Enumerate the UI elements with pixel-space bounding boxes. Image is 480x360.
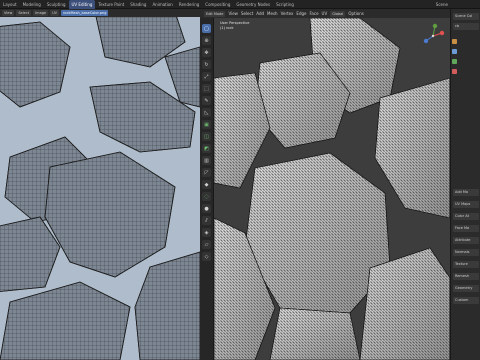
workspace-tab[interactable]: UV Editing (68, 0, 96, 9)
uv-menu-uv[interactable]: UV (50, 10, 60, 16)
workspace-tabs-bar: Layout Modeling Sculpting UV Editing Texture… (0, 0, 480, 9)
bevel-icon[interactable]: ◩ (202, 144, 211, 153)
uv-editor-header: View Select Image UV rockMesh_baseColor.… (0, 9, 200, 17)
navigation-gizmo[interactable] (420, 23, 446, 49)
object-data-icon[interactable] (452, 39, 457, 44)
uv-canvas[interactable] (0, 17, 200, 360)
vp-menu-face[interactable]: Face (310, 11, 319, 16)
uv-menu-select[interactable]: Select (16, 10, 32, 16)
tool-shelf: ▢ ⊕ ✥ ↻ ⤢ ⬚ ✎ ◺ ▣ ◫ ◩ ▥ ◸ ◆ ◌ ● ⫽ ◈ ▱ ◇ (200, 18, 214, 360)
viewport-overlay-text: User Perspective (1) rock (220, 21, 249, 31)
mesh-data-icon[interactable] (452, 59, 457, 64)
move-icon[interactable]: ✥ (202, 48, 211, 57)
active-object-name: (1) rock (220, 26, 234, 30)
scene-label[interactable]: Scene (436, 0, 448, 9)
vp-menu-add[interactable]: Add (256, 11, 264, 16)
loop-cut-icon[interactable]: ▥ (202, 156, 211, 165)
material-icon[interactable] (452, 69, 457, 74)
prop-row[interactable]: cb (453, 23, 479, 30)
workspace-tab[interactable]: Sculpting (44, 0, 69, 9)
inset-icon[interactable]: ◫ (202, 132, 211, 141)
workspace-tab[interactable]: Rendering (176, 0, 202, 9)
workspace-tab[interactable]: Texture Paint (95, 0, 127, 9)
extrude-icon[interactable]: ▣ (202, 120, 211, 129)
uv-menu-view[interactable]: View (2, 10, 15, 16)
prop-row[interactable]: Remesh (453, 273, 479, 280)
options-menu[interactable]: Options (348, 11, 363, 16)
prop-row[interactable]: Face Ma (453, 225, 479, 232)
prop-row[interactable]: Custom (453, 297, 479, 304)
workspace-tab[interactable]: Scripting (273, 0, 297, 9)
smooth-icon[interactable]: ● (202, 204, 211, 213)
rock-chunk (269, 307, 361, 360)
vp-menu-edge[interactable]: Edge (296, 11, 306, 16)
viewport-header: Edit Mode View Select Add Mesh Vertex Ed… (200, 9, 450, 18)
workspace-tab[interactable]: Shading (127, 0, 149, 9)
prop-row[interactable]: Color At (453, 213, 479, 220)
workspace-tab[interactable]: Animation (149, 0, 175, 9)
transform-orientation[interactable]: Global (330, 10, 346, 17)
vp-menu-select[interactable]: Select (241, 11, 253, 16)
prop-row[interactable]: Texture (453, 261, 479, 268)
mode-selector[interactable]: Edit Mode (204, 10, 226, 17)
3d-viewport[interactable]: Edit Mode View Select Add Mesh Vertex Ed… (200, 9, 450, 360)
prop-row[interactable]: UV Maps (453, 201, 479, 208)
prop-row[interactable]: Normals (453, 249, 479, 256)
rotate-icon[interactable]: ↻ (202, 60, 211, 69)
shrink-icon[interactable]: ◈ (202, 228, 211, 237)
knife-icon[interactable]: ◸ (202, 168, 211, 177)
workspace-tab[interactable]: Modeling (20, 0, 44, 9)
vp-menu-uv[interactable]: UV (322, 11, 328, 16)
workspace-tab[interactable]: Layout (0, 0, 20, 9)
cursor-icon[interactable]: ⊕ (202, 36, 211, 45)
poly-build-icon[interactable]: ◆ (202, 180, 211, 189)
scale-icon[interactable]: ⤢ (202, 72, 211, 81)
vp-menu-vertex[interactable]: Vertex (281, 11, 294, 16)
image-name-field[interactable]: rockMesh_baseColor.png (61, 10, 109, 16)
shear-icon[interactable]: ▱ (202, 240, 211, 249)
transform-icon[interactable]: ⬚ (202, 84, 211, 93)
mesh-view[interactable] (200, 18, 450, 360)
spin-icon[interactable]: ◌ (202, 192, 211, 201)
modifier-icon[interactable] (452, 49, 457, 54)
measure-icon[interactable]: ◺ (202, 108, 211, 117)
vp-menu-mesh[interactable]: Mesh (267, 11, 278, 16)
workspace-tab[interactable]: Geometry Nodes (233, 0, 273, 9)
vp-menu-view[interactable]: View (228, 11, 238, 16)
uv-menu-image[interactable]: Image (33, 10, 49, 16)
edge-slide-icon[interactable]: ⫽ (202, 216, 211, 225)
prop-row[interactable]: Attribute (453, 237, 479, 244)
prop-row[interactable]: Add Mo (453, 189, 479, 196)
prop-row[interactable]: Geometry (453, 285, 479, 292)
workspace-tab[interactable]: Compositing (202, 0, 233, 9)
properties-panel: Scene Col cb Add Mo UV Maps Color At Fac… (450, 9, 480, 360)
prop-row[interactable]: Scene Col (453, 13, 479, 20)
select-box-icon[interactable]: ▢ (202, 24, 211, 33)
annotate-icon[interactable]: ✎ (202, 96, 211, 105)
rip-icon[interactable]: ◇ (202, 252, 211, 261)
uv-editor[interactable]: View Select Image UV rockMesh_baseColor.… (0, 9, 200, 360)
